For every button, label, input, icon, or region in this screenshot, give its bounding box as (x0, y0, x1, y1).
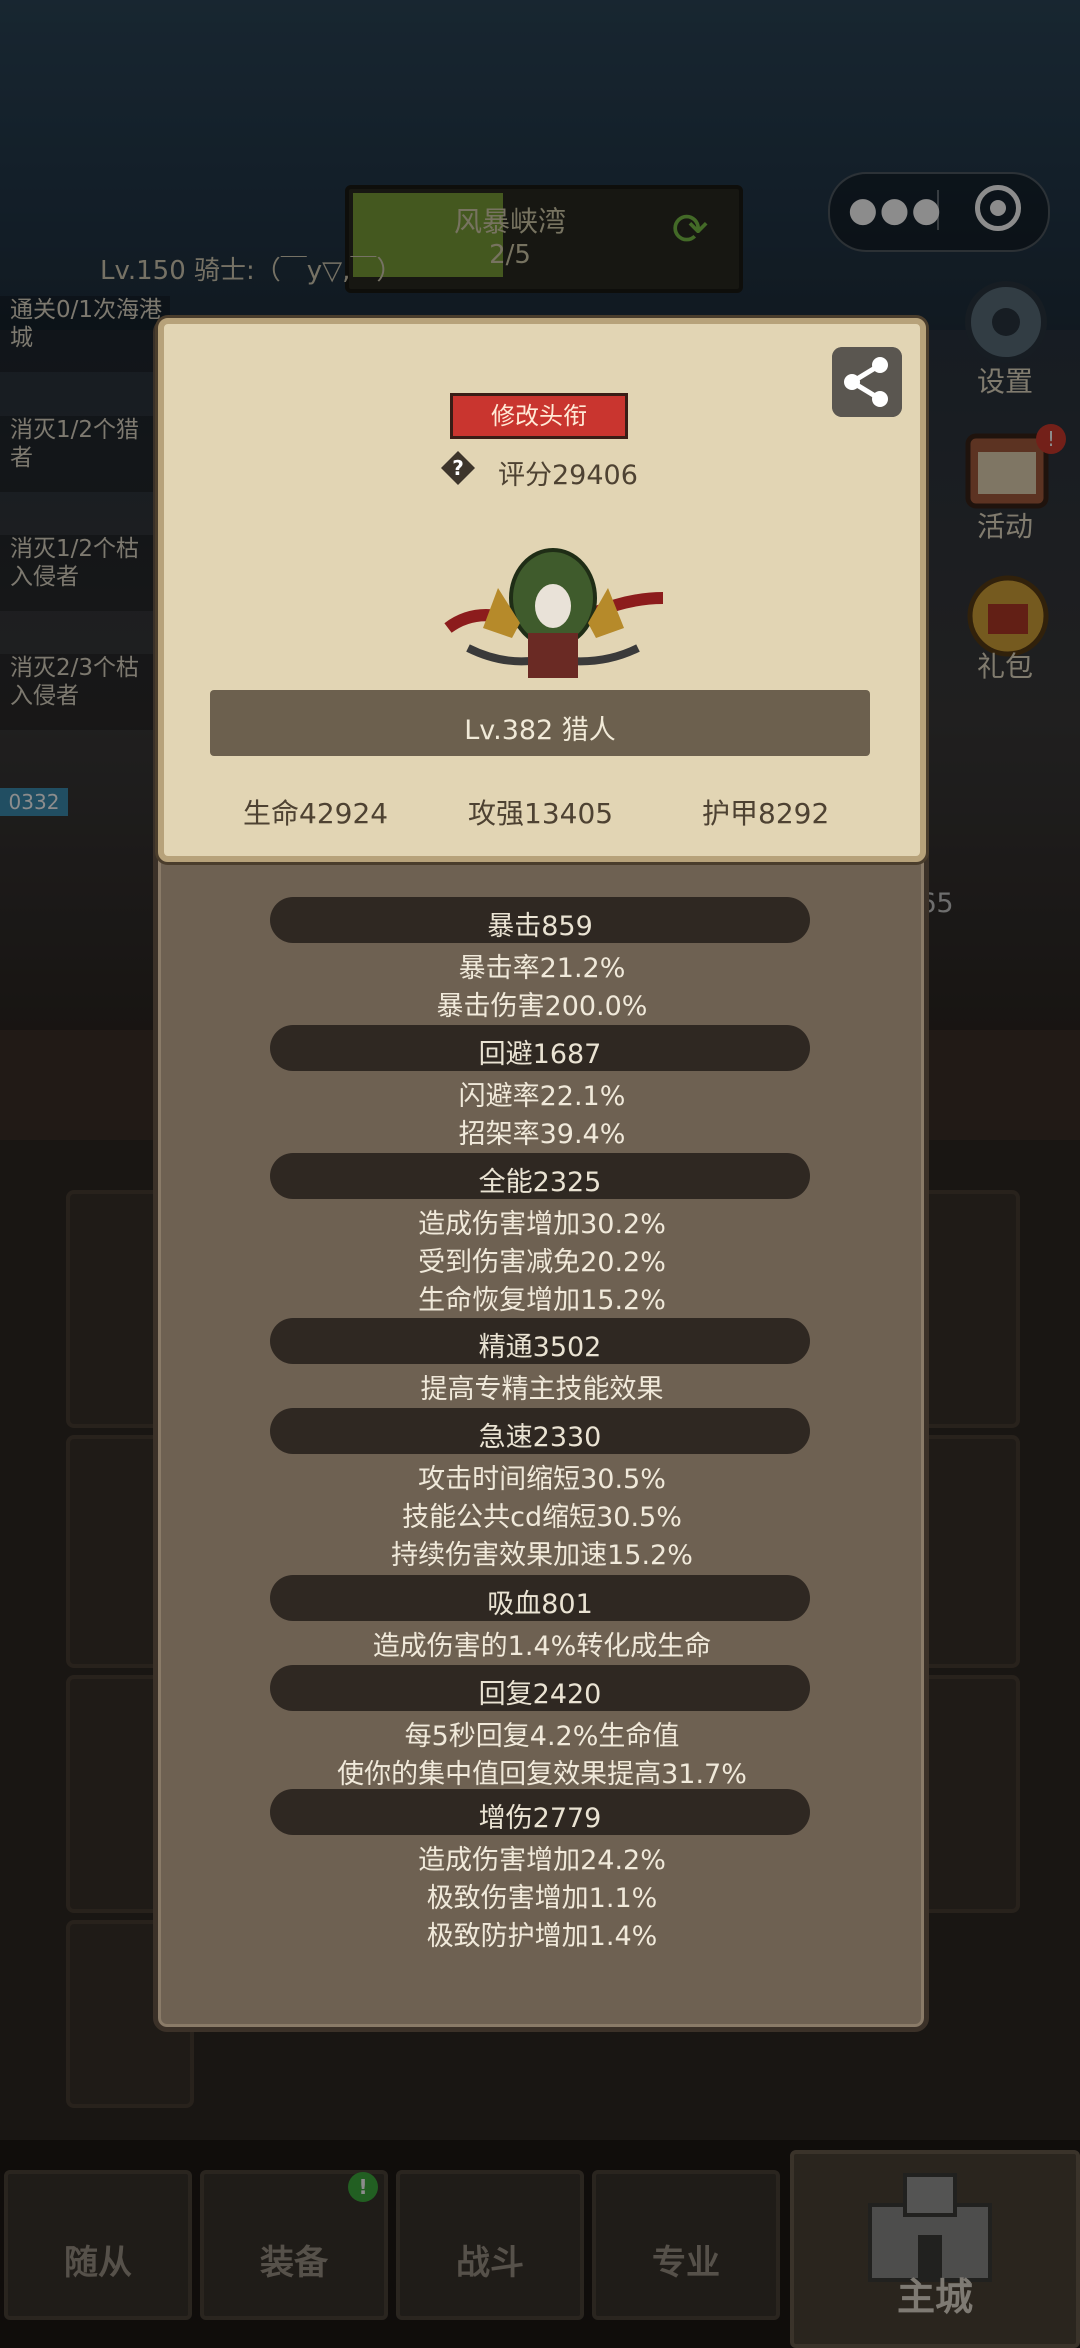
stat-line: 技能公共cd缩短30.5% (402, 1502, 682, 1533)
stat-header-text: 增伤2779 (478, 1803, 602, 1834)
stat-header-text: 全能2325 (478, 1167, 602, 1198)
stat-line: 持续伤害效果加速15.2% (391, 1540, 693, 1571)
stat-line: 暴击率21.2% (458, 953, 626, 984)
stat-line: 暴击伤害200.0% (436, 991, 648, 1022)
stat-header-text: 回避1687 (478, 1039, 602, 1070)
stat-armor: 护甲8292 (702, 797, 830, 830)
stat-line: 造成伤害增加24.2% (418, 1845, 666, 1876)
stat-line: 受到伤害减免20.2% (418, 1247, 666, 1278)
stat-header-text: 吸血801 (487, 1589, 593, 1620)
stat-header-text: 暴击859 (487, 911, 593, 942)
score: 评分29406 (498, 460, 638, 491)
stat-line: 使你的集中值回复效果提高31.7% (337, 1759, 747, 1790)
stat-line: 提高专精主技能效果 (420, 1374, 664, 1405)
stat-hp: 生命42924 (243, 797, 389, 830)
stat-line: 极致防护增加1.4% (426, 1921, 658, 1952)
share-icon[interactable] (832, 347, 902, 417)
stat-header-text: 精通3502 (478, 1332, 602, 1363)
stat-attack: 攻强13405 (468, 797, 614, 830)
edit-title-button[interactable]: 修改头衔 (450, 393, 628, 439)
stat-line: 招架率39.4% (458, 1119, 626, 1150)
stat-line: 生命恢复增加15.2% (418, 1285, 666, 1316)
stat-header-text: 回复2420 (478, 1679, 602, 1710)
stat-header-text: 急速2330 (478, 1422, 602, 1453)
stat-line: 极致伤害增加1.1% (426, 1883, 658, 1914)
stat-line: 每5秒回复4.2%生命值 (404, 1721, 680, 1752)
help-icon[interactable]: ? (440, 450, 476, 486)
stat-line: 闪避率22.1% (458, 1081, 626, 1112)
stat-line: 造成伤害的1.4%转化成生命 (372, 1631, 712, 1662)
stat-line: 攻击时间缩短30.5% (418, 1464, 666, 1495)
hero-name: Lv.382 猎人 (464, 715, 616, 746)
svg-text:?: ? (452, 456, 464, 480)
hunter-avatar (444, 548, 664, 678)
stat-line: 造成伤害增加30.2% (418, 1209, 666, 1240)
